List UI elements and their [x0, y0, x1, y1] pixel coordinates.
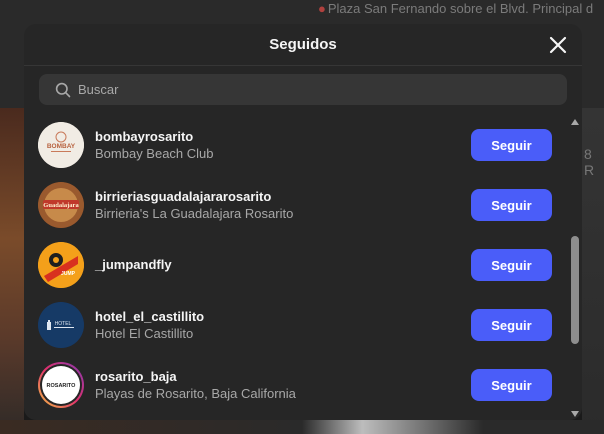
list-item-bombayrosarito[interactable]: BOMBAY bombayrosarito Bombay Beach Club … [24, 115, 569, 175]
modal-title: Seguidos [269, 36, 337, 53]
backdrop-left-image [0, 108, 24, 434]
follow-button[interactable]: Seguir [471, 129, 552, 161]
following-list: BOMBAY bombayrosarito Bombay Beach Club … [24, 115, 569, 420]
avatar-label: Guadalajara [43, 202, 79, 209]
bombay-logo-icon: BOMBAY [38, 122, 84, 168]
birrieria-logo-icon: Guadalajara [38, 182, 84, 228]
close-icon [549, 36, 567, 54]
hotel-logo-icon: HOTEL [38, 302, 84, 348]
backdrop-location: ● Plaza San Fernando sobre el Blvd. Princ… [318, 1, 593, 16]
list-item-birrieriasguadalajararosarito[interactable]: Guadalajara birrieriasguadalajararosarit… [24, 175, 569, 235]
user-text: rosarito_baja Playas de Rosarito, Baja C… [95, 369, 296, 403]
username[interactable]: rosarito_baja [95, 369, 296, 385]
close-button[interactable] [546, 33, 570, 57]
search-icon [55, 82, 71, 98]
rosarito-logo-icon: ROSARITO [40, 364, 82, 406]
list-item-jumpandfly[interactable]: JUMP _jumpandfly Seguir [24, 235, 569, 295]
user-text: hotel_el_castillito Hotel El Castillito [95, 309, 204, 343]
username[interactable]: _jumpandfly [95, 257, 172, 273]
user-text: _jumpandfly [95, 257, 172, 273]
location-pin-icon: ● [318, 1, 326, 16]
scrollbar[interactable] [569, 115, 582, 420]
avatar[interactable]: Guadalajara [38, 182, 84, 228]
jumpandfly-logo-icon: JUMP [38, 242, 84, 288]
username[interactable]: hotel_el_castillito [95, 309, 204, 325]
user-text: birrieriasguadalajararosarito Birrieria'… [95, 189, 293, 223]
avatar-label: BOMBAY [47, 143, 76, 150]
list-item-hotel-el-castillito[interactable]: HOTEL hotel_el_castillito Hotel El Casti… [24, 295, 569, 355]
scroll-up-arrow-icon[interactable] [571, 119, 579, 125]
avatar-label: HOTEL [55, 321, 72, 327]
avatar-label: JUMP [61, 271, 76, 277]
full-name: Playas de Rosarito, Baja California [95, 386, 296, 401]
user-text: bombayrosarito Bombay Beach Club [95, 129, 214, 163]
scroll-thumb[interactable] [571, 236, 579, 344]
full-name: Bombay Beach Club [95, 146, 214, 161]
username[interactable]: birrieriasguadalajararosarito [95, 189, 293, 205]
backdrop-bottom [0, 420, 604, 434]
full-name: Birrieria's La Guadalajara Rosarito [95, 206, 294, 221]
username[interactable]: bombayrosarito [95, 129, 214, 145]
follow-button[interactable]: Seguir [471, 249, 552, 281]
avatar[interactable]: JUMP [38, 242, 84, 288]
following-modal: Seguidos BOMBAY [24, 24, 582, 420]
follow-button[interactable]: Seguir [471, 369, 552, 401]
avatar[interactable]: HOTEL [38, 302, 84, 348]
follow-button[interactable]: Seguir [471, 309, 552, 341]
search-box [39, 74, 567, 105]
follow-button[interactable]: Seguir [471, 189, 552, 221]
avatar-label: ROSARITO [47, 383, 77, 389]
modal-header: Seguidos [24, 24, 582, 66]
full-name: Hotel El Castillito [95, 326, 194, 341]
scroll-down-arrow-icon[interactable] [571, 411, 579, 417]
backdrop-edge-text: 8 R [584, 146, 595, 178]
search-input[interactable] [78, 82, 558, 97]
location-text: Plaza San Fernando sobre el Blvd. Princi… [327, 1, 594, 16]
avatar-story-ring[interactable]: ROSARITO [38, 362, 84, 408]
list-item-rosarito-baja[interactable]: ROSARITO rosarito_baja Playas de Rosarit… [24, 355, 569, 415]
avatar[interactable]: BOMBAY [38, 122, 84, 168]
